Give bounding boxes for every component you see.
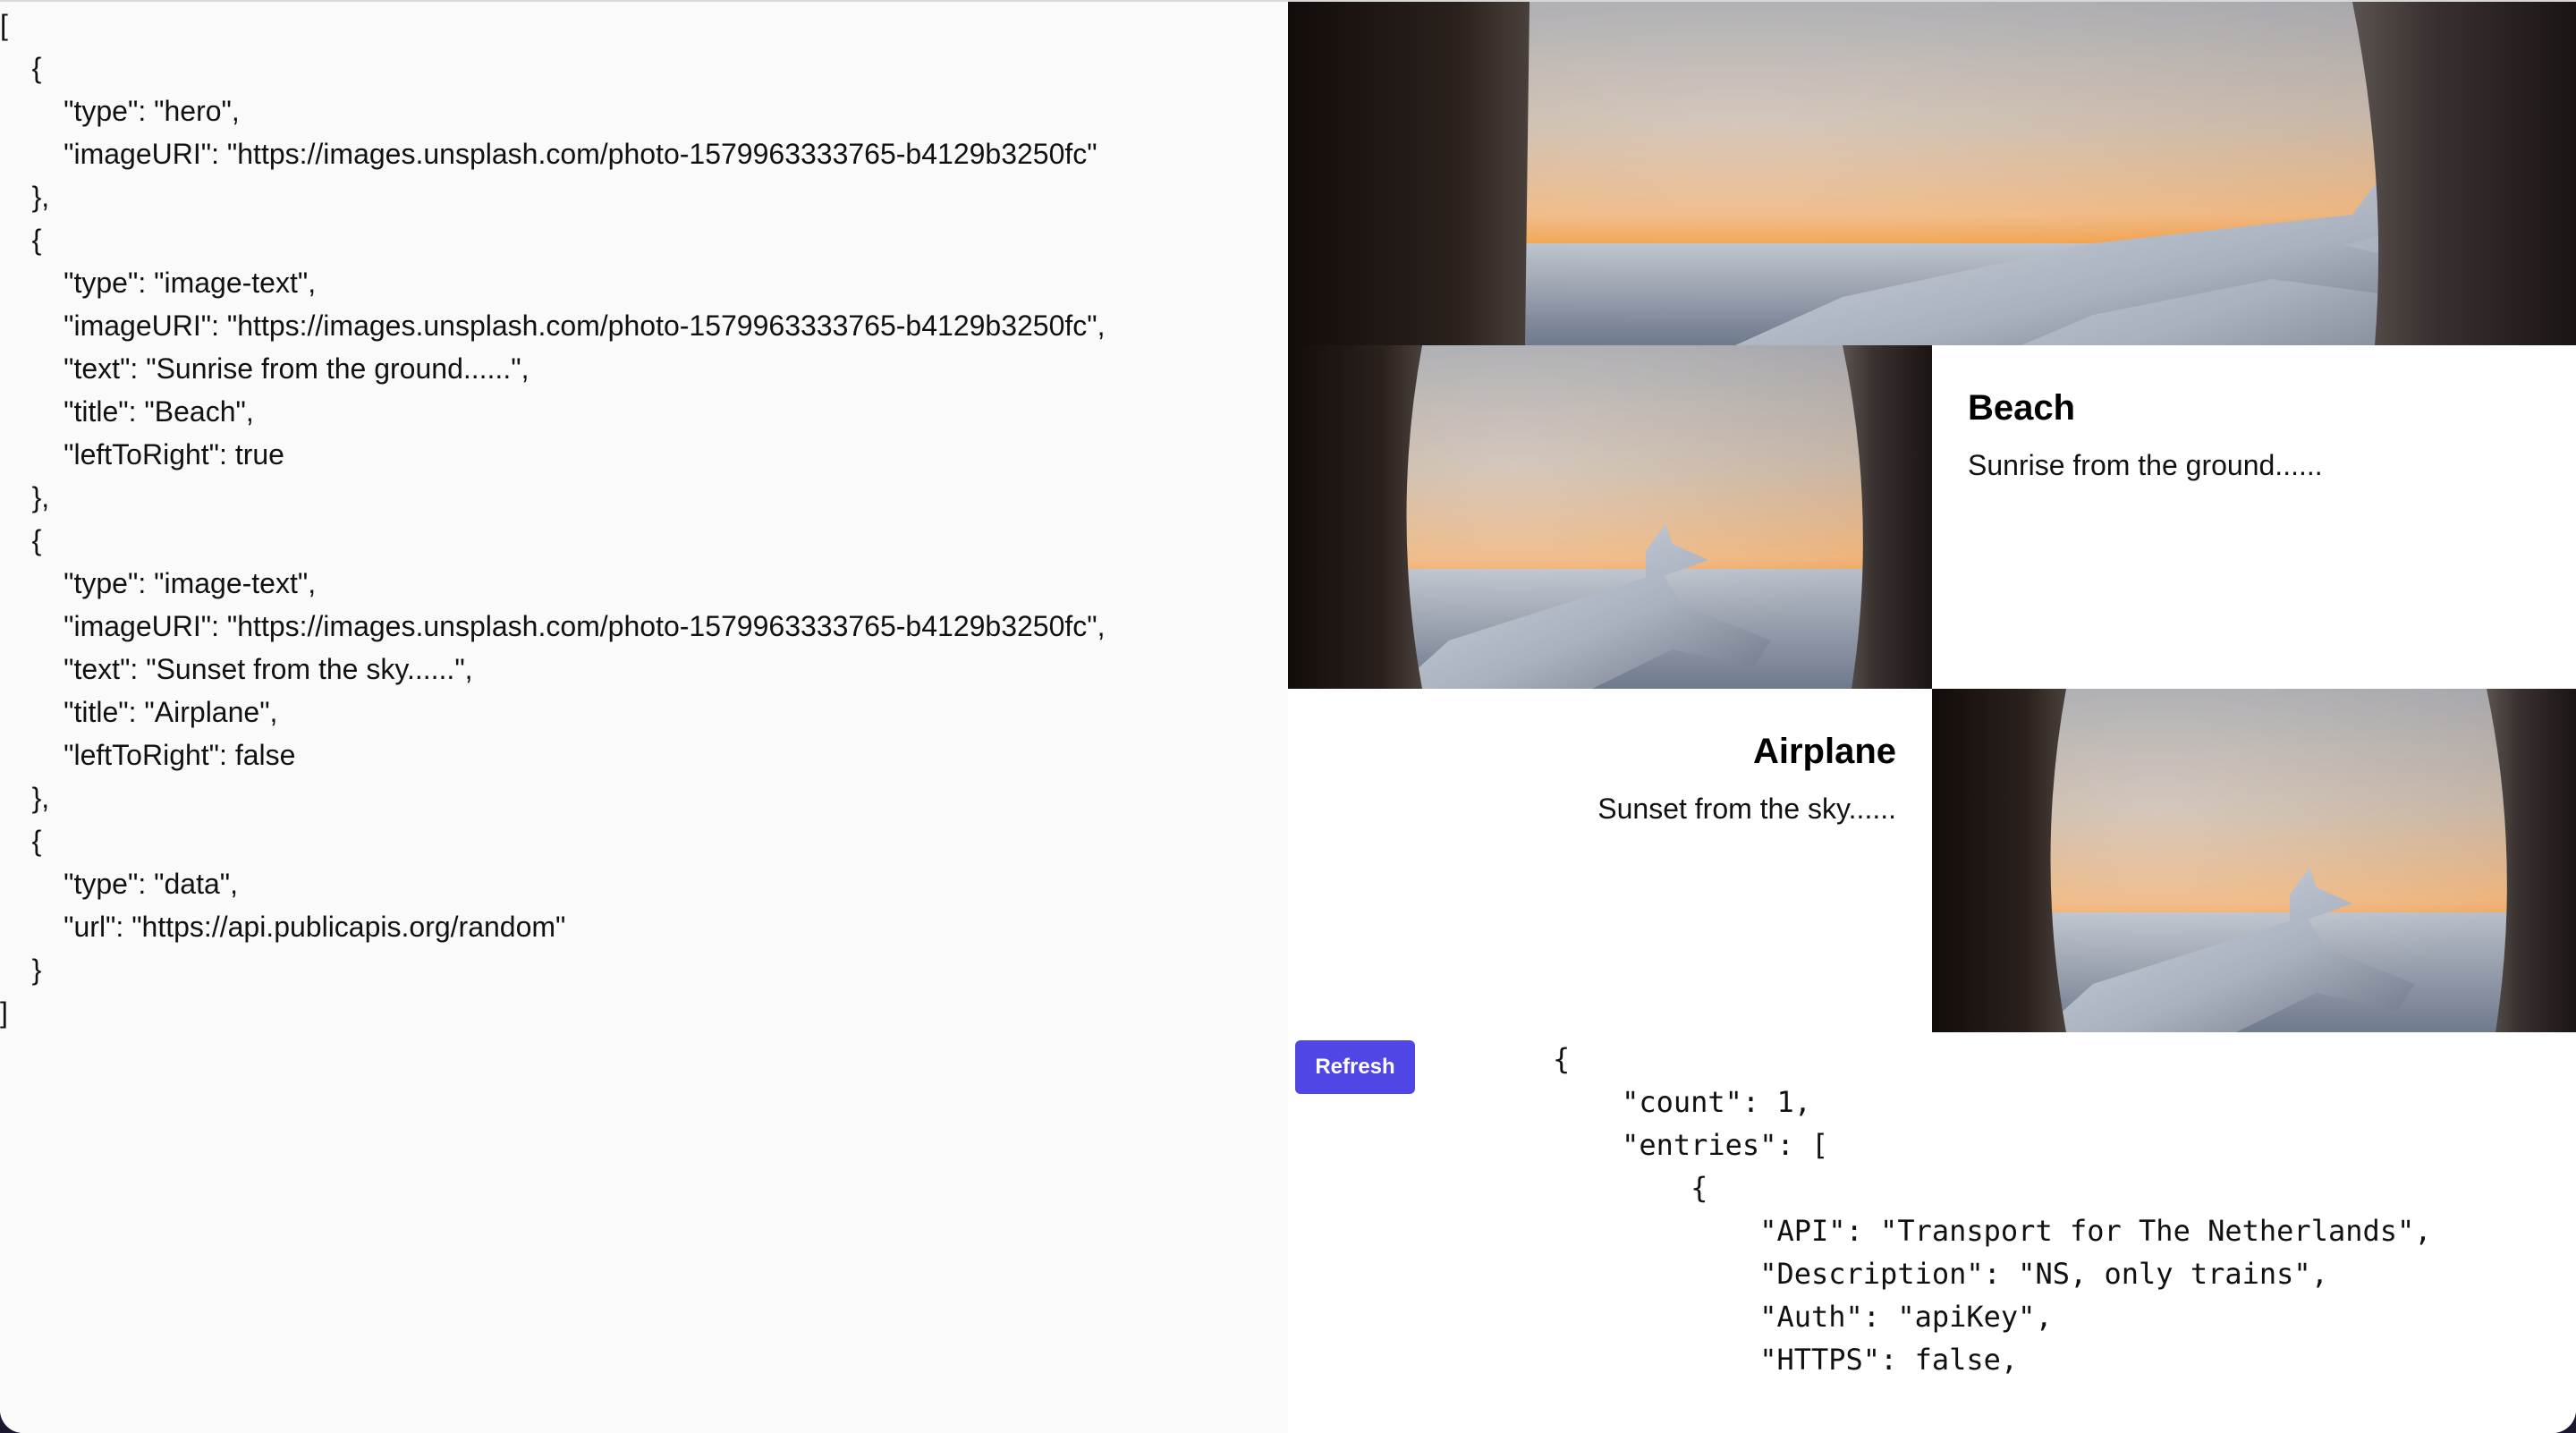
editor-line: "imageURI": "https://images.unsplash.com…	[0, 610, 1106, 642]
editor-line: "type": "image-text",	[0, 567, 317, 599]
editor-line: "type": "data",	[0, 868, 238, 900]
airplane-wing-photo	[1288, 2, 2576, 345]
editor-line: "title": "Airplane",	[0, 696, 278, 728]
editor-line: "imageURI": "https://images.unsplash.com…	[0, 309, 1106, 342]
editor-line: "leftToRight": false	[0, 739, 296, 771]
image-text-2-title: Airplane	[1752, 732, 1896, 771]
editor-line: "text": "Sunrise from the ground......",	[0, 352, 530, 385]
image-text-2-caption: Airplane Sunset from the sky......	[1288, 689, 1896, 827]
preview-panel: Beach Sunrise from the ground...... Airp…	[1288, 2, 2576, 1433]
json-editor-content[interactable]: [ { "type": "hero", "imageURI": "https:/…	[0, 4, 1279, 1034]
image-text-2-image	[1932, 689, 2576, 1032]
editor-line: {	[0, 825, 42, 857]
image-text-1-image	[1288, 345, 1932, 689]
json-editor[interactable]: [ { "type": "hero", "imageURI": "https:/…	[0, 2, 1288, 1433]
airplane-wing-photo	[1288, 345, 1932, 689]
image-text-1-text: Sunrise from the ground......	[1968, 449, 2323, 481]
editor-line: [	[0, 9, 8, 41]
editor-line: {	[0, 52, 42, 84]
editor-line: "leftToRight": true	[0, 438, 284, 471]
editor-line: {	[0, 524, 42, 556]
editor-line: }	[0, 954, 42, 986]
editor-line: "url": "https://api.publicapis.org/rando…	[0, 911, 566, 943]
editor-line: },	[0, 782, 50, 814]
image-text-1-title: Beach	[1968, 388, 2076, 428]
data-line: "entries": [	[1553, 1128, 1829, 1162]
editor-line: {	[0, 224, 42, 256]
refresh-button[interactable]: Refresh	[1295, 1040, 1415, 1094]
editor-line: "imageURI": "https://images.unsplash.com…	[0, 138, 1097, 170]
airplane-wing-photo	[1932, 689, 2576, 1032]
editor-line: "title": "Beach",	[0, 395, 254, 428]
editor-line: "type": "image-text",	[0, 267, 317, 299]
data-line: {	[1553, 1042, 1571, 1076]
data-line: "count": 1,	[1553, 1085, 1811, 1119]
editor-line: "text": "Sunset from the sky......",	[0, 653, 473, 685]
api-response-json: { "count": 1, "entries": [ { "API": "Tra…	[1553, 1038, 2572, 1381]
data-line: "API": "Transport for The Netherlands",	[1553, 1214, 2432, 1248]
data-line: "HTTPS": false,	[1553, 1343, 2019, 1377]
app-window: [ { "type": "hero", "imageURI": "https:/…	[0, 0, 2576, 1433]
hero-image	[1288, 2, 2576, 345]
image-text-1-caption: Beach Sunrise from the ground......	[1968, 345, 2576, 483]
editor-line: },	[0, 181, 50, 213]
editor-line: ]	[0, 996, 8, 1029]
data-line: "Description": "NS, only trains",	[1553, 1257, 2328, 1291]
image-text-2-text: Sunset from the sky......	[1597, 793, 1896, 825]
data-line: "Auth": "apiKey",	[1553, 1300, 2053, 1334]
editor-line: },	[0, 481, 50, 513]
editor-line: "type": "hero",	[0, 95, 240, 127]
data-line: {	[1553, 1171, 1708, 1205]
